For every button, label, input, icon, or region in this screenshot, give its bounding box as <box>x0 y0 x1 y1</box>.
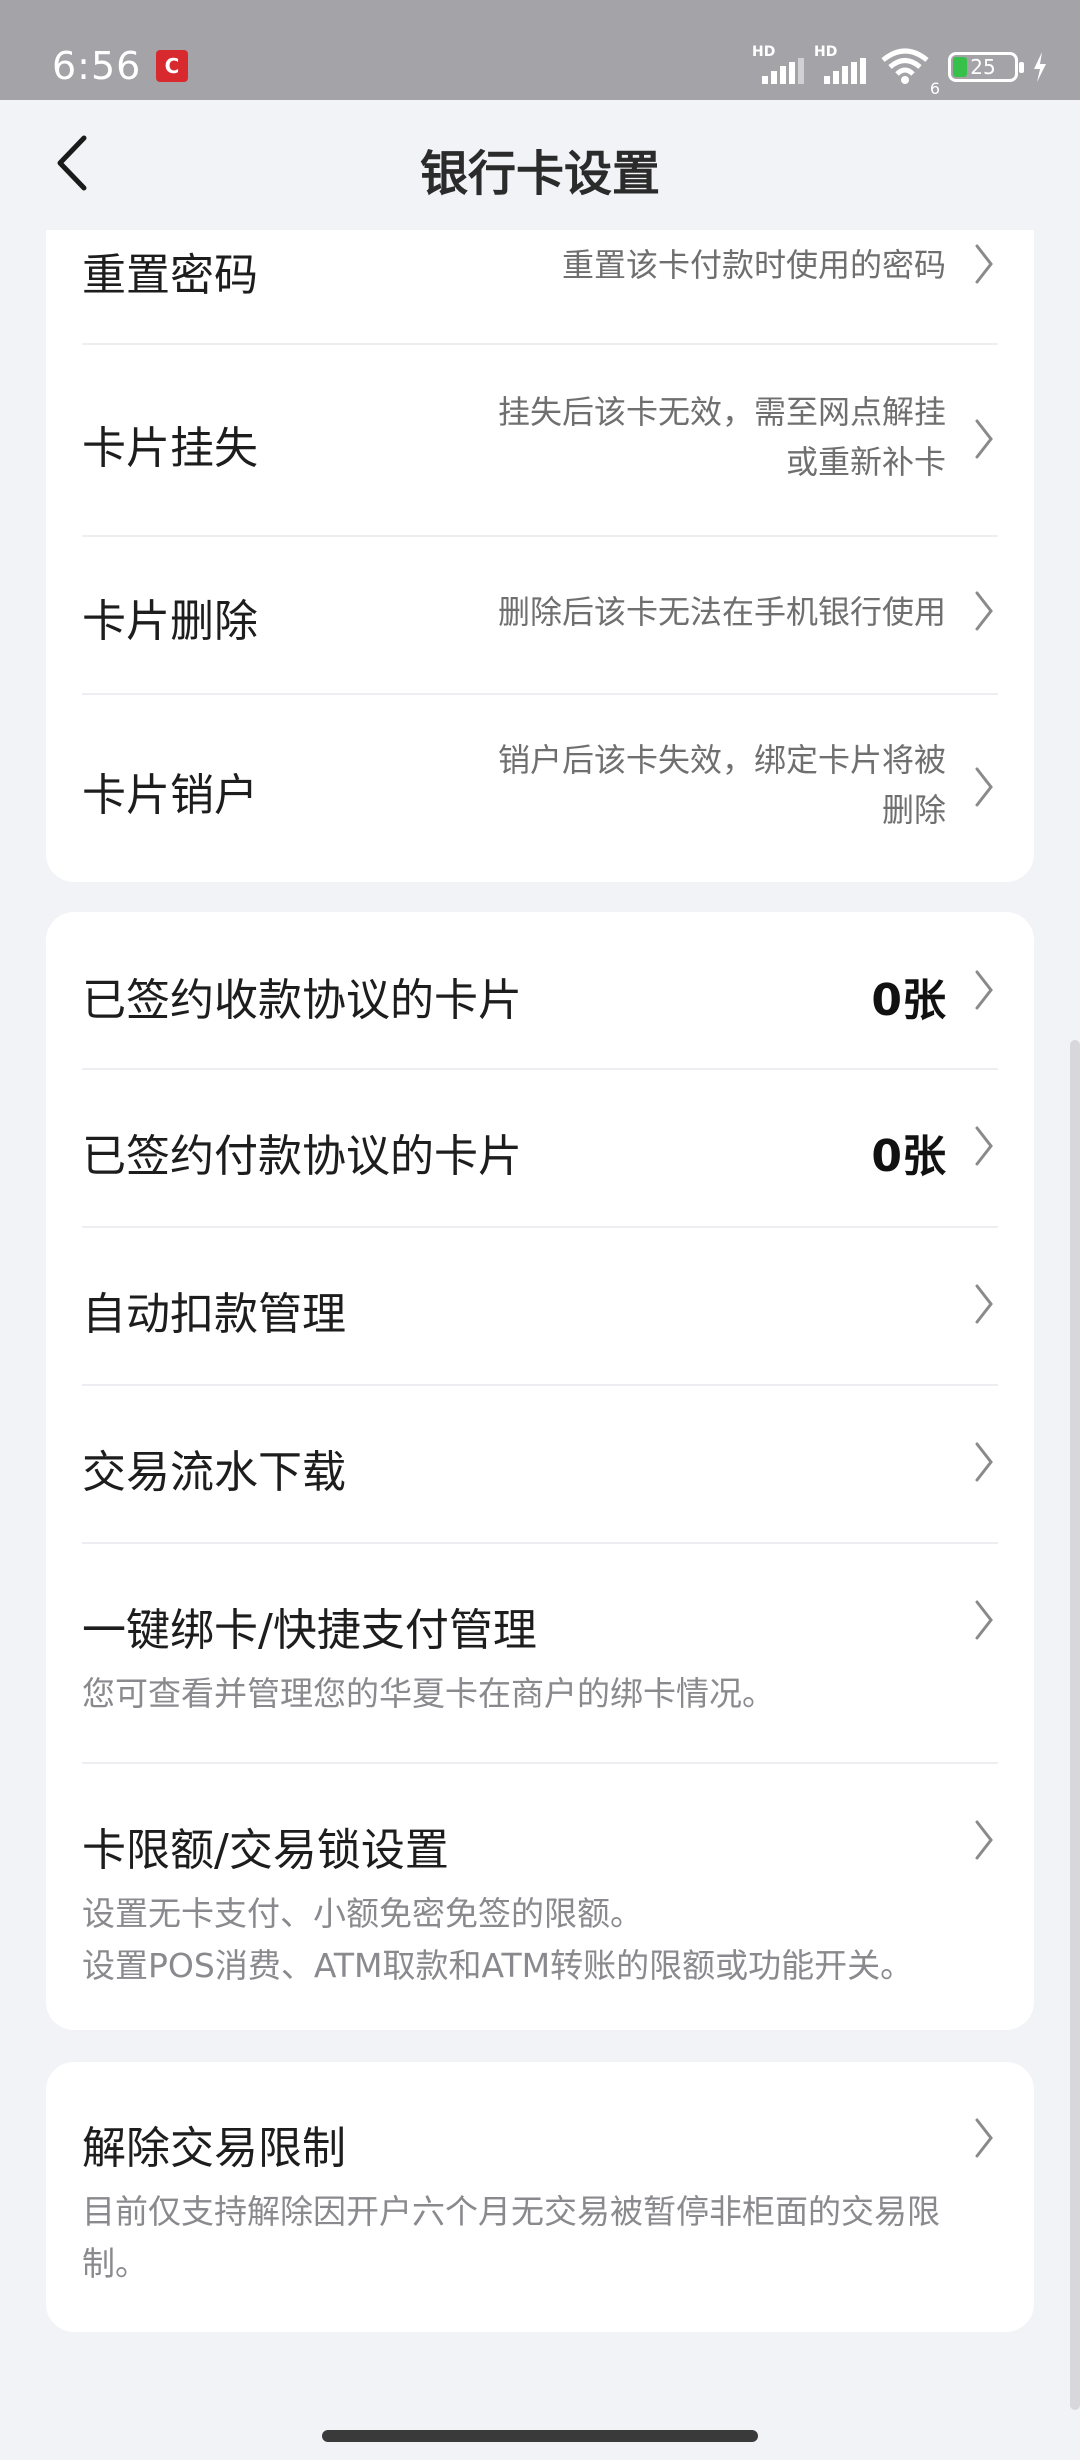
wifi-sub-label: 6 <box>929 79 940 98</box>
battery-icon: 25 <box>948 52 1024 82</box>
row-auto-debit[interactable]: 自动扣款管理 <box>82 1228 998 1384</box>
app-notification-icon: C <box>156 50 188 82</box>
row-card-limit-lock[interactable]: 卡限额/交易锁设置 设置无卡支付、小额免密免签的限额。 设置POS消费、ATM取款… <box>82 1764 998 2030</box>
row-subtitle: 您可查看并管理您的华夏卡在商户的绑卡情况。 <box>82 1674 775 1713</box>
chevron-right-icon <box>975 767 993 807</box>
chevron-right-icon <box>975 1284 993 1324</box>
row-lift-transaction-restriction[interactable]: 解除交易限制 目前仅支持解除因开户六个月无交易被暂停非柜面的交易限 制。 <box>82 2062 998 2332</box>
chevron-right-icon <box>975 970 993 1010</box>
chevron-right-icon <box>975 419 993 459</box>
home-indicator[interactable] <box>322 2430 758 2442</box>
row-description: 删除后该卡无法在手机银行使用 <box>497 593 946 631</box>
row-label: 自动扣款管理 <box>82 1289 346 1340</box>
row-subtitle: 目前仅支持解除因开户六个月无交易被暂停非柜面的交易限 制。 <box>82 2192 940 2283</box>
row-transaction-download[interactable]: 交易流水下载 <box>82 1386 998 1542</box>
row-description: 销户后该卡失效，绑定卡片将被 删除 <box>497 741 946 829</box>
wifi-icon: 6 <box>880 48 940 98</box>
chevron-right-icon <box>975 244 993 284</box>
row-label: 重置密码 <box>82 250 258 301</box>
row-description: 重置该卡付款时使用的密码 <box>561 246 946 284</box>
count-value: 0张 <box>871 1131 946 1182</box>
row-label: 卡片挂失 <box>82 423 258 474</box>
row-label: 已签约付款协议的卡片 <box>82 1131 522 1182</box>
card-restrictions: 解除交易限制 目前仅支持解除因开户六个月无交易被暂停非柜面的交易限 制。 <box>46 2062 1034 2332</box>
status-bar: 6:56 C HD HD 6 25 <box>0 0 1080 100</box>
row-quick-pay-management[interactable]: 一键绑卡/快捷支付管理 您可查看并管理您的华夏卡在商户的绑卡情况。 <box>82 1544 998 1762</box>
status-icons: HD HD 6 25 <box>752 44 1052 98</box>
chevron-right-icon <box>975 2118 993 2158</box>
chevron-right-icon <box>975 1126 993 1166</box>
status-time: 6:56 <box>52 44 142 88</box>
count-value: 0张 <box>871 975 946 1026</box>
scrollbar[interactable] <box>1070 1040 1080 2410</box>
row-subtitle: 设置无卡支付、小额免密免签的限额。 设置POS消费、ATM取款和ATM转账的限额或… <box>82 1894 914 1985</box>
row-label: 解除交易限制 <box>82 2123 346 2174</box>
card-agreements: 已签约收款协议的卡片 0张 已签约付款协议的卡片 0张 自动扣款管理 交易流水下… <box>46 912 1034 2030</box>
nav-header: 银行卡设置 <box>0 100 1080 230</box>
row-label: 卡限额/交易锁设置 <box>82 1825 449 1876</box>
row-label: 交易流水下载 <box>82 1447 346 1498</box>
row-payment-agreement-cards[interactable]: 已签约付款协议的卡片 0张 <box>82 1070 998 1226</box>
chevron-right-icon <box>975 1820 993 1860</box>
row-close-account[interactable]: 卡片销户 销户后该卡失效，绑定卡片将被 删除 <box>82 695 998 882</box>
chevron-right-icon <box>975 1442 993 1482</box>
charging-icon <box>1034 52 1046 82</box>
row-report-lost[interactable]: 卡片挂失 挂失后该卡无效，需至网点解挂 或重新补卡 <box>82 345 998 535</box>
row-label: 已签约收款协议的卡片 <box>82 975 522 1026</box>
card-security: 重置密码 重置该卡付款时使用的密码 卡片挂失 挂失后该卡无效，需至网点解挂 或重新… <box>46 200 1034 882</box>
row-label: 一键绑卡/快捷支付管理 <box>82 1605 537 1656</box>
row-label: 卡片销户 <box>82 770 258 821</box>
page-title: 银行卡设置 <box>419 146 660 202</box>
chevron-right-icon <box>975 1600 993 1640</box>
battery-level: 25 <box>970 55 996 79</box>
signal-icon: HD <box>752 44 808 86</box>
chevron-right-icon <box>975 591 993 631</box>
row-receiving-agreement-cards[interactable]: 已签约收款协议的卡片 0张 <box>82 912 998 1068</box>
row-label: 卡片删除 <box>82 596 258 647</box>
signal-icon-2: HD <box>814 44 870 86</box>
row-delete-card[interactable]: 卡片删除 删除后该卡无法在手机银行使用 <box>82 537 998 693</box>
row-description: 挂失后该卡无效，需至网点解挂 或重新补卡 <box>497 393 946 481</box>
